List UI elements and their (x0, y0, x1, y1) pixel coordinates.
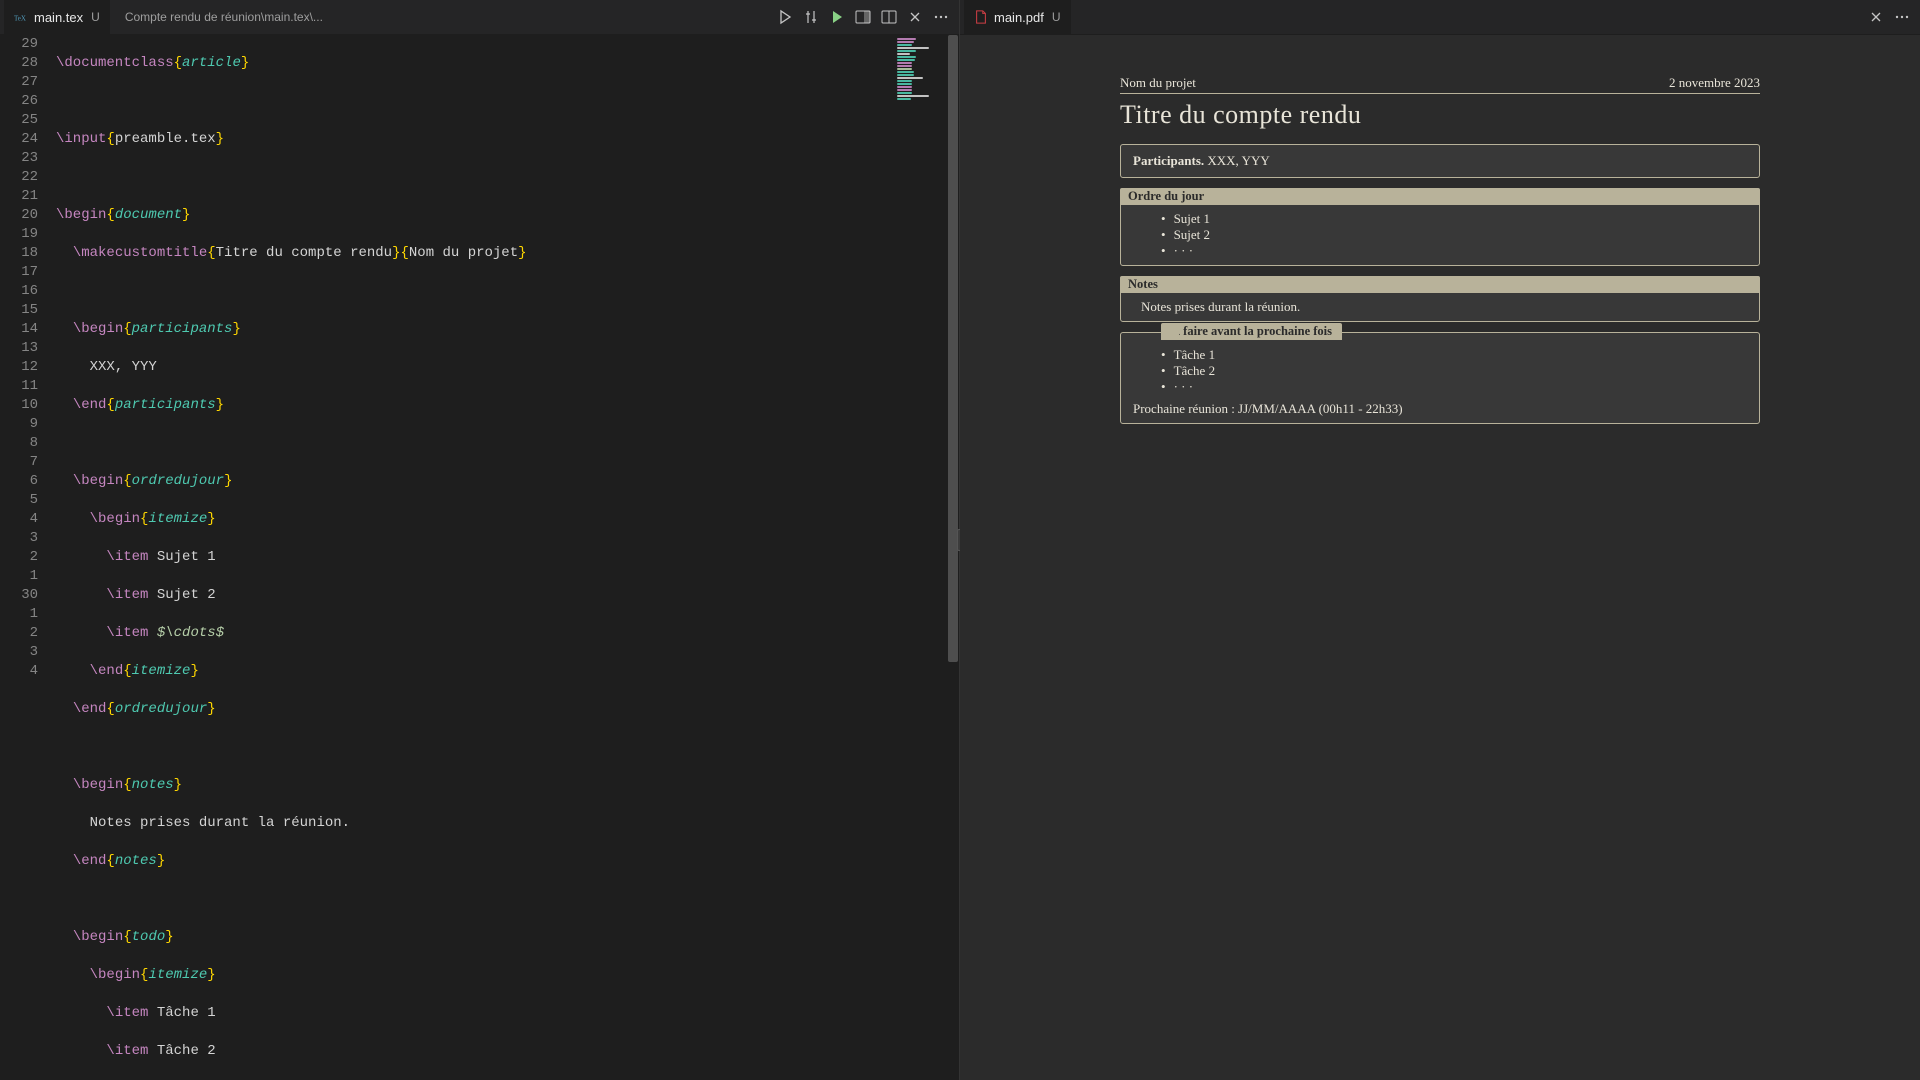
pdf-agenda-box: Ordre du jour Sujet 1Sujet 2· · · (1120, 188, 1760, 266)
split-down-icon[interactable] (881, 9, 897, 25)
preview-pane: main.pdf U Nom du projet 2 novembre 2023… (960, 0, 1920, 1080)
split-right-icon[interactable] (855, 9, 871, 25)
agenda-list: Sujet 1Sujet 2· · · (1133, 211, 1747, 259)
list-item: · · · (1161, 243, 1747, 259)
todo-title: À faire avant la prochaine fois (1161, 323, 1342, 340)
close-icon[interactable] (907, 9, 923, 25)
list-item: Tâche 1 (1161, 347, 1747, 363)
editor-body: 2928272625242322212019181716151413121110… (0, 35, 959, 1080)
more-icon[interactable] (933, 9, 949, 25)
breadcrumb[interactable]: Compte rendu de réunion\main.tex\... (117, 10, 765, 24)
tab-modified-indicator: U (1052, 10, 1061, 24)
preview-actions (1862, 9, 1916, 25)
run-icon[interactable] (829, 9, 845, 25)
pdf-date: 2 novembre 2023 (1669, 75, 1760, 91)
pdf-header-rule (1120, 93, 1760, 94)
notes-title: Notes (1120, 276, 1760, 293)
more-icon[interactable] (1894, 9, 1910, 25)
tab-modified-indicator: U (91, 10, 100, 24)
pdf-project-name: Nom du projet (1120, 75, 1196, 91)
compare-icon[interactable] (803, 9, 819, 25)
pdf-page: Nom du projet 2 novembre 2023 Titre du c… (1120, 75, 1760, 424)
list-item: Tâche 2 (1161, 363, 1747, 379)
list-item: Sujet 1 (1161, 211, 1747, 227)
tab-filename: main.pdf (994, 10, 1044, 25)
next-meeting: Prochaine réunion : JJ/MM/AAAA (00h11 - … (1133, 401, 1747, 417)
pdf-viewer[interactable]: Nom du projet 2 novembre 2023 Titre du c… (960, 35, 1920, 1080)
editor-tabbar: TeX main.tex U Compte rendu de réunion\m… (0, 0, 959, 35)
preview-tabbar: main.pdf U (960, 0, 1920, 35)
pdf-notes-box: Notes Notes prises durant la réunion. (1120, 276, 1760, 322)
code-area[interactable]: \documentclass{article} \input{preamble.… (52, 35, 959, 1080)
participants-value: XXX, YYY (1207, 153, 1269, 168)
pdf-file-icon (974, 10, 988, 24)
run-outline-icon[interactable] (777, 9, 793, 25)
pdf-title: Titre du compte rendu (1120, 100, 1760, 130)
tab-main-pdf[interactable]: main.pdf U (964, 0, 1072, 34)
participants-label: Participants. (1133, 153, 1204, 168)
pdf-participants-box: Participants. XXX, YYY (1120, 144, 1760, 178)
close-icon[interactable] (1868, 9, 1884, 25)
agenda-title: Ordre du jour (1120, 188, 1760, 205)
notes-text: Notes prises durant la réunion. (1133, 299, 1747, 315)
todo-list: Tâche 1Tâche 2· · · (1133, 347, 1747, 395)
list-item: Sujet 2 (1161, 227, 1747, 243)
pdf-todo-box: À faire avant la prochaine fois Tâche 1T… (1120, 332, 1760, 424)
list-item: · · · (1161, 379, 1747, 395)
line-gutter: 2928272625242322212019181716151413121110… (0, 35, 52, 1080)
editor-actions (771, 9, 955, 25)
tab-filename: main.tex (34, 10, 83, 25)
tex-file-icon: TeX (14, 10, 28, 24)
scrollbar-thumb[interactable] (948, 35, 958, 662)
text-editor[interactable]: 2928272625242322212019181716151413121110… (0, 35, 959, 1080)
editor-scrollbar[interactable] (945, 35, 959, 1080)
tab-main-tex[interactable]: TeX main.tex U (4, 0, 111, 34)
editor-pane: TeX main.tex U Compte rendu de réunion\m… (0, 0, 960, 1080)
svg-text:TeX: TeX (14, 15, 26, 23)
